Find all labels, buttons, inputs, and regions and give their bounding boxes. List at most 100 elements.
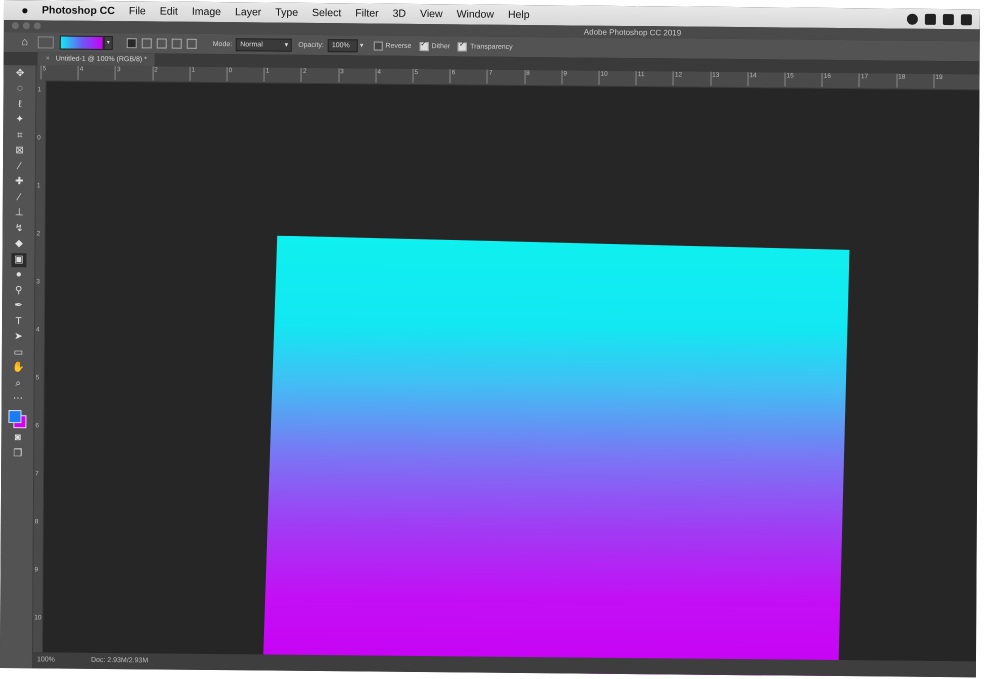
menu-view[interactable]: View (420, 8, 443, 20)
ruler-tick-label: 9 (34, 566, 39, 574)
quick-mask-icon[interactable]: ◙ (10, 431, 25, 445)
zoom-level[interactable]: 100% (37, 652, 81, 668)
ruler-tick-label: 4 (79, 65, 84, 73)
pen-tool-icon[interactable]: ✒ (11, 299, 26, 313)
ruler-tick-label: 0 (37, 134, 41, 142)
app-menu[interactable]: Photoshop CC (42, 4, 115, 17)
frame-tool-icon[interactable]: ⊠ (12, 144, 27, 158)
photoshop-window: ● Photoshop CC File Edit Image Layer Typ… (0, 0, 980, 678)
mode-label: Mode: (212, 40, 233, 48)
ruler-tick-label: 4 (35, 326, 40, 334)
ruler-tick-label: 16 (823, 72, 831, 80)
menu-3d[interactable]: 3D (393, 8, 407, 20)
home-icon[interactable]: ⌂ (18, 35, 32, 49)
type-tool-icon[interactable]: T (11, 315, 26, 329)
chevron-down-icon: ▾ (284, 41, 289, 49)
minimize-window-button[interactable] (22, 22, 30, 30)
ruler-tick-label: 10 (34, 614, 42, 622)
dropbox-icon[interactable] (960, 13, 972, 25)
ruler-tick-label: 2 (302, 67, 307, 75)
airplay-icon[interactable] (942, 13, 954, 25)
opacity-chevron-icon[interactable]: ▾ (360, 41, 364, 49)
menu-edit[interactable]: Edit (160, 5, 178, 17)
angle-gradient-button[interactable] (156, 38, 167, 49)
apple-icon[interactable]: ● (18, 3, 32, 17)
history-brush-tool-icon[interactable]: ↯ (12, 222, 27, 236)
ruler-tick-label: 13 (712, 71, 720, 79)
menu-filter[interactable]: Filter (355, 7, 378, 19)
eyedropper-tool-icon[interactable]: ⁄ (12, 160, 27, 174)
menu-window[interactable]: Window (457, 8, 494, 20)
ruler-tick-label: 10 (600, 70, 608, 78)
close-tab-icon[interactable]: × (46, 52, 50, 65)
dodge-tool-icon[interactable]: ⚲ (11, 284, 26, 298)
close-window-button[interactable] (11, 22, 19, 30)
opacity-field[interactable]: 100% (327, 38, 358, 52)
ruler-tick-label: 3 (36, 278, 40, 286)
ruler-tick-label: 9 (563, 70, 568, 78)
lasso-tool-icon[interactable]: ℓ (12, 98, 27, 112)
healing-brush-tool-icon[interactable]: ✚ (12, 175, 27, 189)
ruler-tick-label: 1 (37, 86, 42, 94)
linear-gradient-button[interactable] (126, 38, 137, 49)
zoom-window-button[interactable] (33, 22, 41, 30)
document-tab[interactable]: × Untitled-1 @ 100% (RGB/8) * (37, 52, 155, 67)
ruler-tick-label: 12 (674, 71, 683, 79)
menu-type[interactable]: Type (275, 7, 298, 19)
ruler-tick-label: 17 (860, 73, 869, 81)
ruler-tick-label: 19 (935, 73, 943, 82)
ruler-tick-label: 3 (116, 66, 121, 74)
ruler-tick-label: 6 (451, 69, 456, 77)
foreground-color-swatch[interactable] (8, 409, 22, 423)
ruler-tick-label: 0 (228, 67, 233, 75)
reverse-checkbox[interactable]: Reverse (373, 41, 411, 51)
display-icon[interactable] (924, 13, 936, 25)
clone-stamp-tool-icon[interactable]: ⊥ (12, 206, 27, 220)
diamond-gradient-button[interactable] (186, 38, 197, 49)
ruler-tick-label: 2 (36, 230, 41, 238)
traffic-lights (11, 22, 41, 30)
menu-select[interactable]: Select (312, 7, 341, 19)
rectangle-tool-icon[interactable]: ▭ (11, 346, 26, 360)
hand-tool-icon[interactable]: ✋ (11, 361, 26, 375)
reflected-gradient-button[interactable] (171, 38, 182, 49)
menu-image[interactable]: Image (192, 6, 221, 18)
document-tab-title: Untitled-1 @ 100% (RGB/8) * (55, 55, 147, 64)
gradient-preview[interactable] (59, 35, 104, 50)
screen-mode-icon[interactable]: ❐ (10, 447, 25, 461)
brush-tool-icon[interactable]: ∕ (12, 191, 27, 205)
opacity-value: 100% (331, 41, 350, 49)
tool-preset-picker[interactable] (37, 36, 54, 49)
document-size-info[interactable]: Doc: 2.93M/2.93M (91, 653, 148, 670)
ruler-tick-label: 5 (42, 65, 47, 73)
menu-help[interactable]: Help (508, 9, 530, 21)
canvas-gradient[interactable] (263, 236, 850, 678)
zoom-tool-icon[interactable]: ⌕ (11, 377, 26, 391)
radial-gradient-button[interactable] (141, 38, 152, 49)
ruler-tick-label: 8 (526, 70, 530, 78)
ruler-tick-label: 7 (35, 470, 39, 478)
more-tools-icon[interactable]: ⋯ (11, 392, 26, 406)
checkbox-checked-icon (458, 41, 468, 51)
dither-checkbox[interactable]: Dither (419, 41, 451, 51)
move-tool-icon[interactable]: ✥ (13, 67, 28, 81)
transparency-checkbox[interactable]: Transparency (458, 41, 513, 52)
eraser-tool-icon[interactable]: ◆ (11, 237, 26, 251)
gradient-tool-icon[interactable]: ▣ (11, 252, 27, 267)
magic-wand-tool-icon[interactable]: ✦ (12, 113, 27, 127)
gradient-picker-dropdown[interactable]: ▾ (103, 35, 113, 51)
marquee-tool-icon[interactable]: ◌ (12, 82, 27, 96)
creative-cloud-icon[interactable] (906, 13, 918, 25)
ruler-tick-label: 11 (637, 71, 645, 79)
path-selection-tool-icon[interactable]: ➤ (11, 330, 26, 344)
menu-file[interactable]: File (129, 5, 146, 17)
ruler-tick-label: 3 (340, 68, 344, 76)
ruler-tick-label: 6 (35, 422, 40, 430)
crop-tool-icon[interactable]: ⌗ (12, 129, 27, 143)
mode-select[interactable]: Normal ▾ (236, 37, 293, 52)
ruler-tick-label: 8 (34, 518, 39, 526)
blur-tool-icon[interactable]: ● (11, 268, 26, 282)
menu-layer[interactable]: Layer (235, 6, 261, 18)
ruler-tick-label: 2 (154, 66, 158, 74)
dither-label: Dither (431, 42, 451, 50)
